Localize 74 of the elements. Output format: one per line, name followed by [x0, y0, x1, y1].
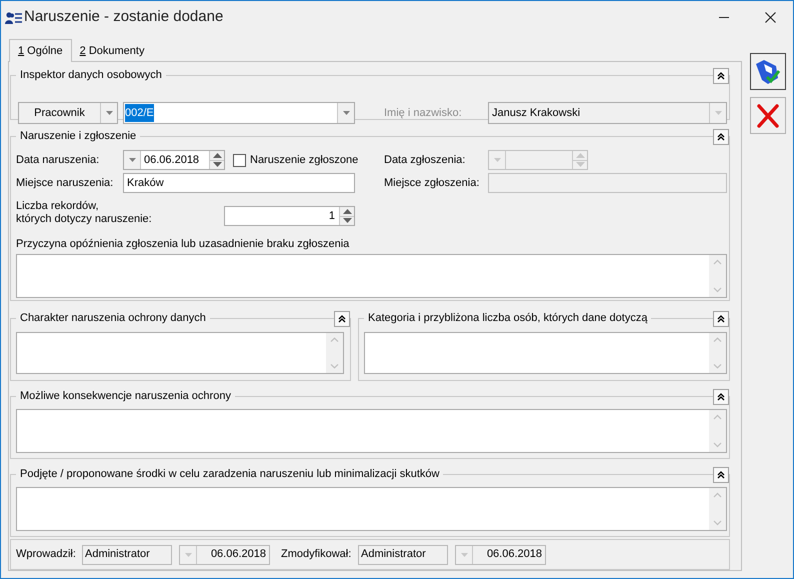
checkbox-label: Naruszenie zgłoszone — [250, 152, 360, 168]
dropdown-arrow-icon — [184, 552, 192, 556]
dropdown-arrow-icon — [494, 158, 500, 162]
name-dropdown[interactable]: Janusz Krakowski — [488, 102, 727, 124]
scrollbar-drawing — [709, 488, 726, 530]
spinner-buttons[interactable] — [209, 151, 224, 169]
type-dropdown[interactable]: Pracownik — [18, 102, 118, 124]
date-field[interactable]: 06.06.2018 — [455, 544, 546, 564]
dropdown-arrow-icon — [342, 111, 350, 115]
window-title: Naruszenie - zostanie dodane — [24, 7, 224, 28]
field-label: Przyczyna opóźnienia zgłoszenia lub uzasadnienie braku zgłoszenia — [16, 237, 350, 251]
text-area[interactable] — [16, 254, 727, 298]
down-arrow-icon — [576, 162, 584, 168]
text-field[interactable] — [488, 173, 727, 193]
down-arrow-icon — [212, 162, 222, 168]
scrollbar-drawing — [709, 255, 726, 297]
date-field[interactable]: 06.06.2018 — [123, 150, 225, 170]
group-title: Inspektor danych osobowych — [16, 68, 166, 82]
double-chevron-up-icon — [717, 471, 725, 479]
save-button[interactable] — [750, 53, 786, 90]
group-title: Kategoria i przybliżona liczba osób, których dane dotyczą — [364, 311, 652, 325]
double-chevron-up-icon — [717, 133, 725, 141]
field-label: Data zgłoszenia: — [384, 152, 466, 168]
date-field[interactable]: 06.06.2018 — [179, 544, 270, 564]
field-label: Miejsce naruszenia: — [16, 176, 114, 191]
code-text: 002/E — [125, 104, 154, 122]
cross-icon — [757, 104, 779, 128]
field-label: Liczba rekordów, których dotyczy naruszenie: — [16, 200, 153, 226]
up-arrow-icon — [576, 152, 584, 158]
scrollbar-drawing — [326, 333, 343, 373]
double-chevron-up-icon — [717, 393, 725, 401]
field-label: Miejsce zgłoszenia: — [384, 176, 480, 191]
dropdown-button[interactable] — [124, 151, 141, 169]
group-title: Możliwe konsekwencje naruszenia ochrony — [16, 389, 235, 403]
dropdown-button[interactable] — [337, 103, 354, 123]
people-list-icon — [5, 10, 22, 24]
collapse-button[interactable] — [334, 311, 350, 327]
down-arrow-icon — [342, 218, 352, 224]
tab[interactable]: 1 Ogólne — [9, 39, 72, 62]
dropdown-arrow-icon — [106, 111, 112, 115]
cancel-button[interactable] — [750, 97, 786, 134]
field-label: Data naruszenia: — [16, 152, 100, 168]
dropdown-arrow-icon — [128, 158, 136, 162]
floppy-check-icon — [754, 58, 782, 86]
tab[interactable]: 2 Dokumenty — [72, 41, 152, 61]
double-chevron-up-icon — [717, 315, 725, 323]
collapse-button[interactable] — [713, 129, 729, 145]
double-chevron-up-icon — [338, 315, 346, 323]
field-label: Wprowadził: — [16, 547, 77, 562]
double-chevron-up-icon — [717, 72, 725, 80]
collapse-button[interactable] — [713, 467, 729, 483]
number-field[interactable]: 1 — [224, 206, 355, 226]
up-arrow-icon — [342, 208, 352, 214]
text-area[interactable] — [16, 332, 344, 374]
collapse-button[interactable] — [713, 311, 729, 327]
collapse-button[interactable] — [713, 68, 729, 84]
dropdown-arrow-icon — [460, 552, 468, 556]
collapse-button[interactable] — [713, 389, 729, 405]
text-area[interactable] — [364, 332, 727, 374]
up-arrow-icon — [212, 152, 222, 158]
dropdown-arrow-icon — [714, 111, 722, 115]
group-title: Charakter naruszenia ochrony danych — [16, 311, 210, 325]
close-icon — [764, 12, 776, 23]
scrollbar-drawing — [709, 333, 726, 373]
text-field[interactable]: Kraków — [123, 173, 355, 193]
group-title: Podjęte / proponowane środki w celu zaradzenia naruszeniu lub minimalizacji skutków — [16, 467, 444, 481]
spinner-buttons[interactable] — [339, 207, 354, 225]
scrollbar-drawing — [709, 410, 726, 452]
minimize-icon — [719, 17, 729, 18]
group-title: Naruszenie i zgłoszenie — [16, 129, 140, 143]
code-dropdown[interactable]: 002/E — [123, 102, 355, 124]
field-label: Zmodyfikował: — [281, 547, 352, 562]
field-label: Imię i nazwisko: — [384, 106, 463, 121]
checkbox[interactable] — [233, 154, 246, 166]
